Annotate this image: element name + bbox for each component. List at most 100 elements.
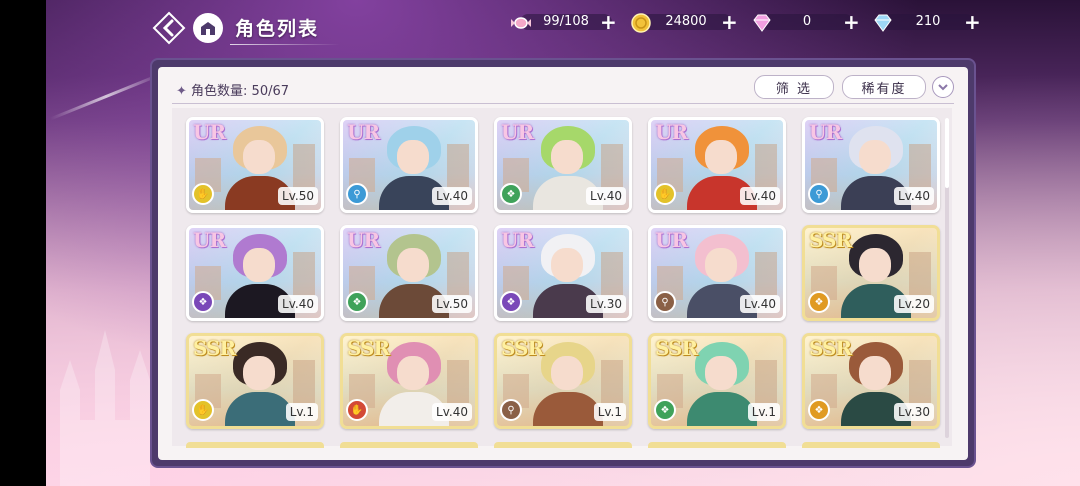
rarity-badge: UR: [193, 228, 226, 252]
rarity-sort-button[interactable]: 稀有度: [842, 75, 926, 99]
rarity-badge: UR: [347, 228, 380, 252]
level-label: Lv.40: [740, 187, 780, 205]
level-label: Lv.1: [747, 403, 780, 421]
element-icon: ❖: [654, 399, 676, 421]
rarity-badge: SSR: [655, 336, 698, 360]
character-card[interactable]: UR ⚲ Lv.40: [340, 117, 478, 213]
character-card[interactable]: UR ❖ Lv.30: [494, 225, 632, 321]
header-divider: [172, 103, 954, 104]
rarity-badge: UR: [193, 120, 226, 144]
scrollbar-thumb[interactable]: [945, 118, 949, 188]
element-icon: ⚲: [500, 399, 522, 421]
rarity-badge: UR: [655, 120, 688, 144]
element-icon: ✋: [654, 183, 676, 205]
level-label: Lv.40: [586, 187, 626, 205]
character-card[interactable]: UR ✋ Lv.40: [648, 117, 786, 213]
character-face: [243, 248, 275, 282]
element-icon: ✋: [192, 399, 214, 421]
castle-silhouette: [60, 330, 150, 486]
character-outfit: [687, 392, 757, 426]
character-face: [397, 140, 429, 174]
character-card[interactable]: UR ⚲ Lv.40: [648, 225, 786, 321]
character-face: [397, 248, 429, 282]
character-card-next-row[interactable]: [648, 442, 786, 448]
filter-button[interactable]: 筛 选: [754, 75, 834, 99]
sparkle-icon: ✦: [176, 84, 192, 99]
character-face: [705, 140, 737, 174]
character-face: [859, 140, 891, 174]
back-icon[interactable]: [152, 11, 186, 45]
rarity-badge: SSR: [501, 336, 544, 360]
element-icon: ✋: [192, 183, 214, 205]
rarity-badge: UR: [347, 120, 380, 144]
candy-add-button[interactable]: +: [600, 12, 617, 32]
character-card-next-row[interactable]: [802, 442, 940, 448]
level-label: Lv.50: [432, 295, 472, 313]
home-button[interactable]: [193, 13, 223, 43]
character-card[interactable]: SSR ❖ Lv.30: [802, 333, 940, 429]
gold-amount: 24800: [665, 14, 707, 29]
level-label: Lv.30: [586, 295, 626, 313]
level-label: Lv.20: [894, 295, 934, 313]
character-card[interactable]: UR ⚲ Lv.40: [802, 117, 940, 213]
character-count: ✦ 角色数量: 50/67: [176, 80, 289, 99]
page-title: 角色列表: [235, 18, 320, 40]
character-card[interactable]: SSR ❖ Lv.20: [802, 225, 940, 321]
chevron-down-icon: [938, 84, 948, 91]
character-card[interactable]: SSR ❖ Lv.1: [648, 333, 786, 429]
character-face: [551, 356, 583, 390]
character-face: [397, 356, 429, 390]
level-label: Lv.40: [278, 295, 318, 313]
level-label: Lv.1: [285, 403, 318, 421]
character-face: [705, 356, 737, 390]
character-card[interactable]: UR ❖ Lv.40: [494, 117, 632, 213]
character-card[interactable]: UR ✋ Lv.50: [186, 117, 324, 213]
left-letterbox: [0, 0, 46, 486]
character-face: [551, 248, 583, 282]
rarity-badge: SSR: [347, 336, 390, 360]
pink-gem-amount: 0: [802, 14, 812, 29]
blue-gem-amount: 210: [915, 14, 941, 29]
element-icon: ⚲: [346, 183, 368, 205]
character-card[interactable]: UR ❖ Lv.50: [340, 225, 478, 321]
element-icon: ✋: [346, 399, 368, 421]
rarity-badge: SSR: [809, 228, 852, 252]
candy-amount: 99/108: [543, 14, 589, 29]
level-label: Lv.40: [894, 187, 934, 205]
character-face: [859, 356, 891, 390]
element-icon: ❖: [808, 291, 830, 313]
sort-order-button[interactable]: [932, 76, 954, 98]
level-label: Lv.40: [432, 403, 472, 421]
level-label: Lv.1: [593, 403, 626, 421]
level-label: Lv.30: [894, 403, 934, 421]
character-face: [243, 140, 275, 174]
pink-gem-add-button[interactable]: +: [843, 12, 860, 32]
element-icon: ❖: [192, 291, 214, 313]
character-card-next-row[interactable]: [340, 442, 478, 448]
rarity-badge: UR: [501, 228, 534, 252]
title-underline: [230, 44, 340, 45]
blue-gem-add-button[interactable]: +: [964, 12, 981, 32]
character-count-text: 角色数量: 50/67: [191, 84, 290, 99]
level-label: Lv.50: [278, 187, 318, 205]
character-card[interactable]: SSR ⚲ Lv.1: [494, 333, 632, 429]
element-icon: ❖: [346, 291, 368, 313]
character-outfit: [533, 392, 603, 426]
character-face: [551, 140, 583, 174]
element-icon: ❖: [500, 291, 522, 313]
character-card-next-row[interactable]: [186, 442, 324, 448]
character-outfit: [225, 392, 295, 426]
character-card[interactable]: SSR ✋ Lv.40: [340, 333, 478, 429]
element-icon: ⚲: [654, 291, 676, 313]
rarity-badge: UR: [809, 120, 842, 144]
character-face: [243, 356, 275, 390]
level-label: Lv.40: [432, 187, 472, 205]
character-face: [859, 248, 891, 282]
character-card[interactable]: UR ❖ Lv.40: [186, 225, 324, 321]
character-face: [705, 248, 737, 282]
gold-add-button[interactable]: +: [721, 12, 738, 32]
character-card-next-row[interactable]: [494, 442, 632, 448]
level-label: Lv.40: [740, 295, 780, 313]
home-icon: [201, 22, 215, 35]
character-card[interactable]: SSR ✋ Lv.1: [186, 333, 324, 429]
